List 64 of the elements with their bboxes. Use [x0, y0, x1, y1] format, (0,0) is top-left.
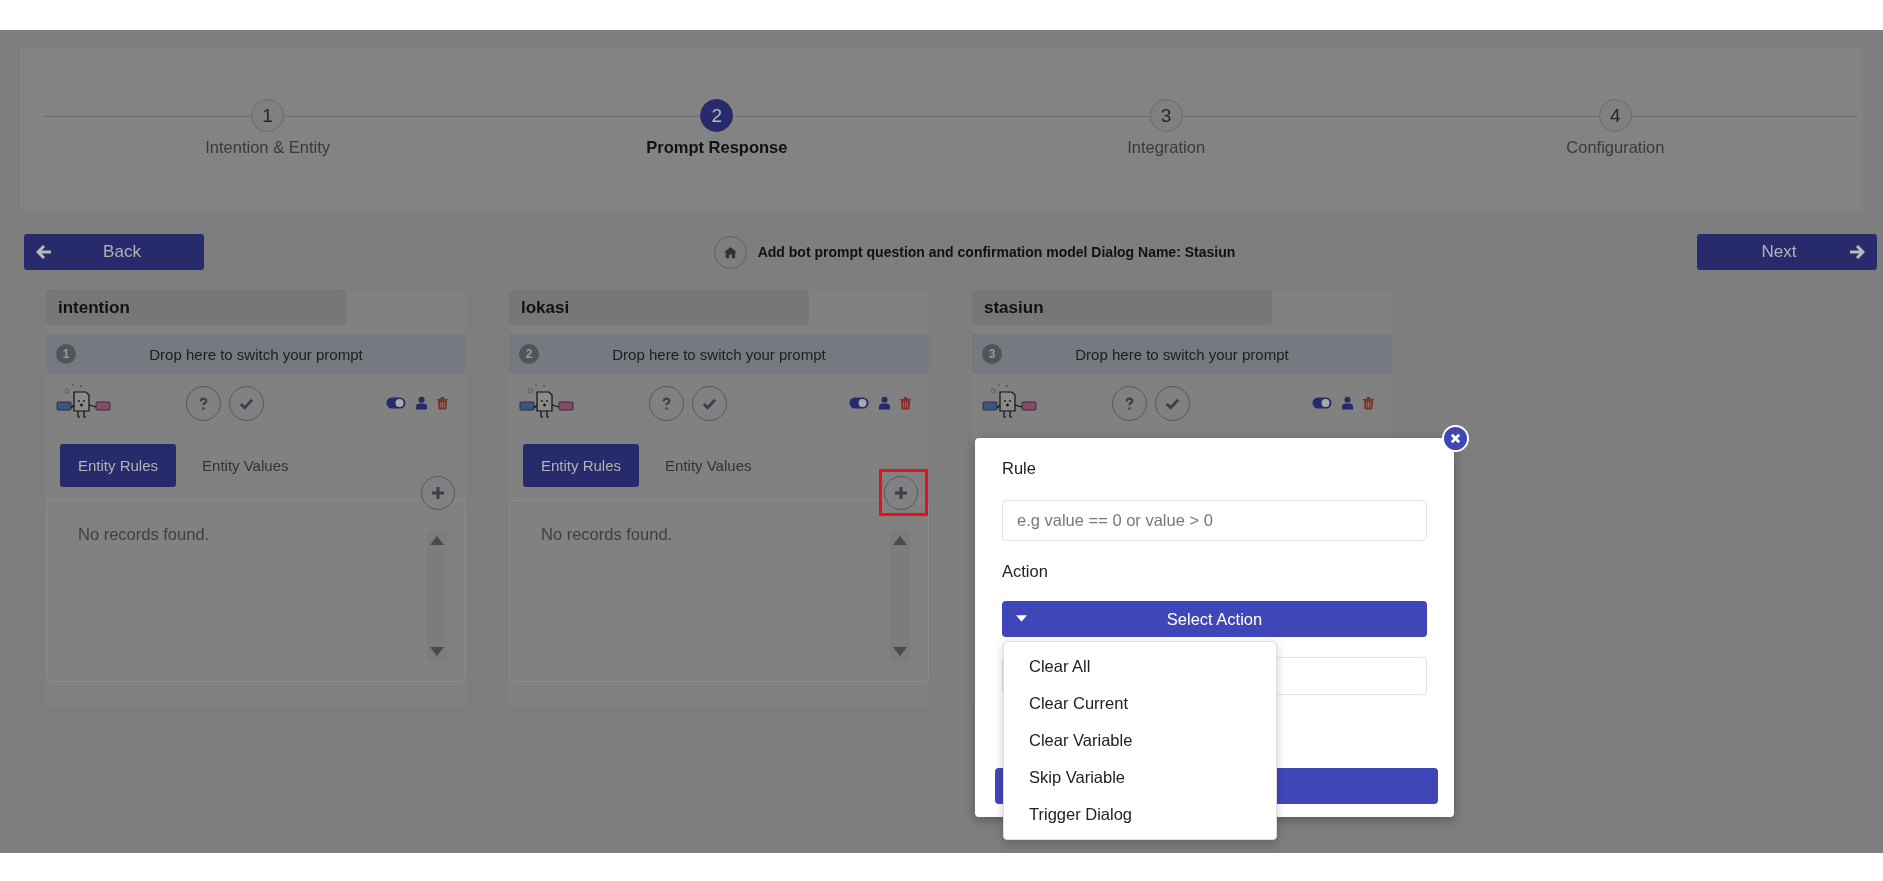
next-button[interactable]: Next: [1697, 234, 1877, 270]
question-mark-icon: [197, 395, 210, 411]
card-title: stasiun: [972, 290, 1272, 325]
drop-zone[interactable]: 1 Drop here to switch your prompt: [46, 334, 466, 374]
trash-icon[interactable]: [437, 396, 448, 410]
arrow-left-icon: [36, 244, 52, 260]
user-icon[interactable]: [1342, 396, 1353, 410]
scroll-down-icon[interactable]: [893, 647, 907, 657]
menu-option[interactable]: Trigger Dialog: [1004, 796, 1276, 833]
step-number[interactable]: 2: [700, 99, 734, 132]
drop-zone[interactable]: 3 Drop here to switch your prompt: [972, 334, 1392, 374]
step-label[interactable]: Configuration: [1566, 138, 1665, 157]
step-label[interactable]: Prompt Response: [646, 138, 788, 157]
trash-icon[interactable]: [900, 396, 911, 410]
tab[interactable]: Entity Values: [184, 444, 307, 487]
action-label: Action: [1002, 562, 1049, 581]
prompt-number: 2: [519, 344, 539, 364]
arrow-right-icon: [1849, 244, 1865, 260]
empty-message: No records found.: [78, 525, 210, 544]
card-title: lokasi: [509, 290, 809, 325]
drop-zone[interactable]: 2 Drop here to switch your prompt: [509, 334, 929, 374]
prompt-number: 1: [56, 344, 76, 364]
menu-option[interactable]: Skip Variable: [1004, 759, 1276, 796]
toggle-switch[interactable]: [386, 397, 406, 409]
add-button[interactable]: [884, 476, 918, 510]
toggle-switch[interactable]: [849, 397, 869, 409]
user-icon[interactable]: [879, 396, 890, 410]
step-number[interactable]: 1: [251, 99, 285, 132]
rule-input[interactable]: e.g value == 0 or value > 0: [1002, 500, 1427, 541]
menu-option[interactable]: Clear Current: [1004, 685, 1276, 722]
action-select[interactable]: Select Action: [1002, 601, 1427, 637]
home-icon: [722, 244, 738, 260]
step-label[interactable]: Integration: [1127, 138, 1206, 157]
step-number[interactable]: 4: [1598, 99, 1632, 132]
question-mark-icon: [1123, 395, 1136, 411]
user-icon[interactable]: [416, 396, 427, 410]
drop-hint: Drop here to switch your prompt: [611, 345, 827, 363]
scroll-up-icon[interactable]: [893, 535, 907, 545]
tab[interactable]: Entity Values: [647, 444, 770, 487]
plus-icon: [894, 486, 908, 500]
tab[interactable]: Entity Rules: [60, 444, 177, 487]
page-heading: Add bot prompt question and confirmation model Dialog Name: Stasiun: [757, 244, 1236, 260]
scroll-down-icon[interactable]: [430, 647, 444, 657]
close-button[interactable]: [1442, 425, 1469, 452]
prompt-number: 3: [982, 344, 1002, 364]
step-number[interactable]: 3: [1149, 99, 1183, 132]
close-icon: [1450, 433, 1461, 444]
caret-icon: [1016, 615, 1027, 622]
menu-option[interactable]: Clear All: [1004, 648, 1276, 685]
question-mark-icon: [660, 395, 673, 411]
drop-hint: Drop here to switch your prompt: [1074, 345, 1290, 363]
back-button[interactable]: Back: [24, 234, 204, 270]
drop-hint: Drop here to switch your prompt: [148, 345, 364, 363]
trash-icon[interactable]: [1363, 396, 1374, 410]
tab[interactable]: Entity Rules: [523, 444, 640, 487]
toggle-switch[interactable]: [1312, 397, 1332, 409]
scroll-up-icon[interactable]: [430, 535, 444, 545]
card-title: intention: [46, 290, 346, 325]
step-label[interactable]: Intention & Entity: [205, 138, 330, 157]
menu-option[interactable]: Clear Variable: [1004, 722, 1276, 759]
add-button[interactable]: [421, 476, 455, 510]
rule-label: Rule: [1002, 459, 1037, 478]
plus-icon: [431, 486, 445, 500]
empty-message: No records found.: [541, 525, 673, 544]
